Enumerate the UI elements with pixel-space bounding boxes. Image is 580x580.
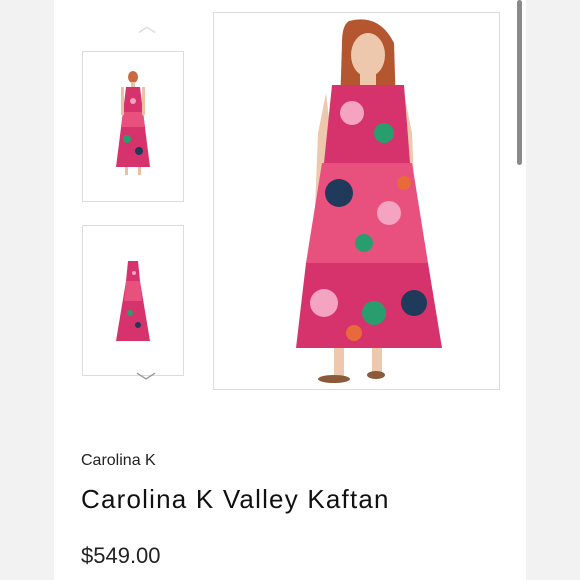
thumbnail-model[interactable] (82, 51, 184, 202)
brand-name[interactable]: Carolina K (81, 452, 156, 470)
chevron-up-icon[interactable]: ︿ (138, 12, 156, 38)
model-dress-image (116, 70, 150, 175)
thumbnail-dress[interactable] (82, 225, 184, 376)
product-price: $549.00 (81, 543, 161, 568)
dress-only-image (116, 260, 150, 341)
model-main-image (296, 19, 442, 383)
scrollbar[interactable] (517, 0, 522, 165)
product-title: Carolina K Valley Kaftan (81, 484, 390, 514)
chevron-down-icon[interactable]: ﹀ (136, 366, 156, 395)
main-product-image[interactable] (213, 12, 500, 390)
